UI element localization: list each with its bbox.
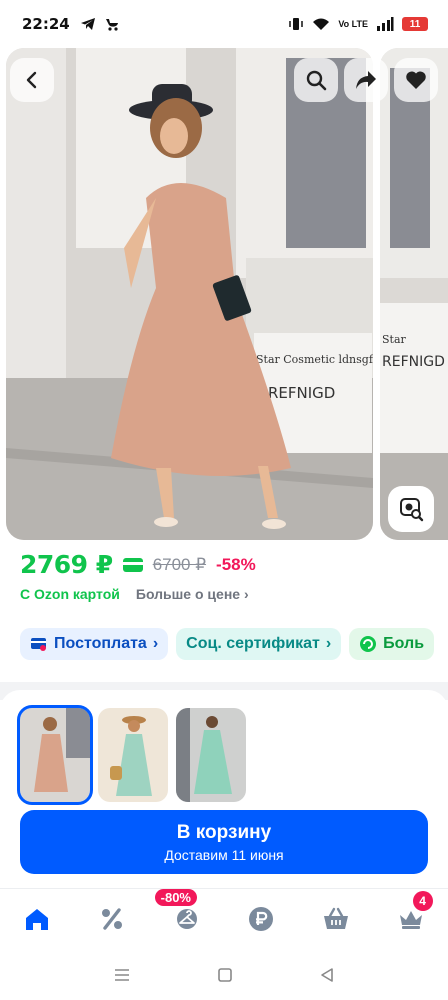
price-subline: С Ozon картой Больше о цене › — [20, 586, 249, 602]
delivery-date-label: Доставим 11 июня — [164, 846, 284, 863]
wall-sign-line2: REFNIGD — [268, 384, 335, 402]
nav-cart[interactable] — [314, 897, 358, 941]
signal-icon — [377, 17, 394, 31]
old-price: 6700 ₽ — [152, 554, 207, 574]
status-time: 22:24 — [22, 15, 70, 33]
battery-indicator: 11 — [402, 17, 428, 31]
wifi-icon — [313, 18, 330, 30]
home-square-icon[interactable] — [217, 967, 233, 983]
product-photo-main[interactable]: Star Cosmetic ldnsgf One REFNIGD — [6, 48, 373, 540]
chevron-right-icon: › — [243, 586, 249, 602]
profile-badge: 4 — [412, 890, 433, 911]
image-search-icon — [400, 498, 424, 522]
search-button[interactable] — [294, 58, 338, 102]
heart-icon — [406, 71, 426, 89]
system-navigation — [0, 950, 448, 1000]
vibrate-icon — [289, 18, 304, 30]
nav-finance[interactable] — [239, 897, 283, 941]
green-circle-icon — [360, 636, 377, 652]
feature-chips: Постоплата › Соц. сертификат › Боль — [20, 628, 435, 660]
app-root: 22:24 Vo LTE 11 Star Cosmetic ldnsgf REF… — [0, 0, 448, 1000]
chevron-right-icon: › — [152, 635, 159, 652]
status-bar: 22:24 Vo LTE 11 — [0, 0, 448, 48]
search-icon — [306, 70, 327, 91]
add-to-cart-button[interactable]: В корзину Доставим 11 июня — [20, 810, 428, 874]
price-row: 2769 ₽ 6700 ₽ -58% — [20, 550, 256, 579]
basket-icon — [323, 907, 348, 929]
stroller-icon — [105, 19, 118, 31]
nav-profile[interactable]: 4 — [389, 890, 433, 941]
sale-badge: -80% — [154, 888, 197, 906]
chip-certificate-label: Соц. сертификат — [186, 635, 320, 652]
share-arrow-icon — [356, 71, 376, 89]
more-price-label: Больше о цене — [135, 586, 241, 602]
telegram-icon — [80, 18, 95, 30]
product-photo-next[interactable]: Star REFNIGD — [380, 48, 448, 540]
next-sign-line1: Star — [382, 333, 407, 346]
card-postpay-icon — [31, 638, 46, 651]
favorite-button[interactable] — [394, 58, 438, 102]
thumb-pink-dress[interactable] — [17, 705, 93, 805]
percent-icon — [101, 907, 122, 930]
chip-more-label: Боль — [383, 635, 425, 652]
home-icon — [26, 908, 49, 930]
nav-promotions[interactable] — [90, 897, 134, 941]
ozon-card-label: С Ozon картой — [20, 586, 120, 602]
back-button[interactable] — [10, 58, 54, 102]
chip-postpay[interactable]: Постоплата › — [20, 628, 169, 660]
variant-thumbnails — [17, 705, 246, 805]
chip-more[interactable]: Боль — [349, 628, 435, 660]
thumb-mint-dress-street[interactable] — [176, 708, 246, 802]
current-price: 2769 ₽ — [20, 550, 113, 579]
chevron-right-icon: › — [325, 635, 332, 652]
ozon-card-icon — [122, 557, 143, 572]
hanger-icon — [176, 908, 197, 929]
chip-social-certificate[interactable]: Соц. сертификат › — [176, 628, 342, 660]
chevron-left-icon — [26, 71, 37, 89]
share-button[interactable] — [344, 58, 388, 102]
thumb-mint-dress-with-bag[interactable] — [98, 708, 168, 802]
wall-sign-line1: Star Cosmetic ldnsgf One — [256, 353, 373, 366]
back-triangle-icon[interactable] — [319, 967, 335, 983]
nav-home[interactable] — [15, 897, 59, 941]
more-price-link[interactable]: Больше о цене › — [136, 586, 249, 602]
product-gallery[interactable]: Star Cosmetic ldnsgf One REFNIGD — [6, 48, 448, 540]
nav-fresh-sale[interactable]: -80% — [154, 888, 209, 941]
bottom-navigation: -80% 4 — [0, 888, 448, 948]
menu-icon[interactable] — [113, 967, 131, 983]
ruble-icon — [249, 906, 274, 931]
add-to-cart-label: В корзину — [176, 821, 272, 843]
chip-postpay-label: Постоплата — [54, 635, 147, 652]
visual-search-button[interactable] — [388, 486, 434, 532]
next-sign-line2: REFNIGD — [382, 354, 445, 370]
network-label: Vo LTE — [338, 18, 368, 29]
discount-badge: -58% — [216, 554, 256, 574]
